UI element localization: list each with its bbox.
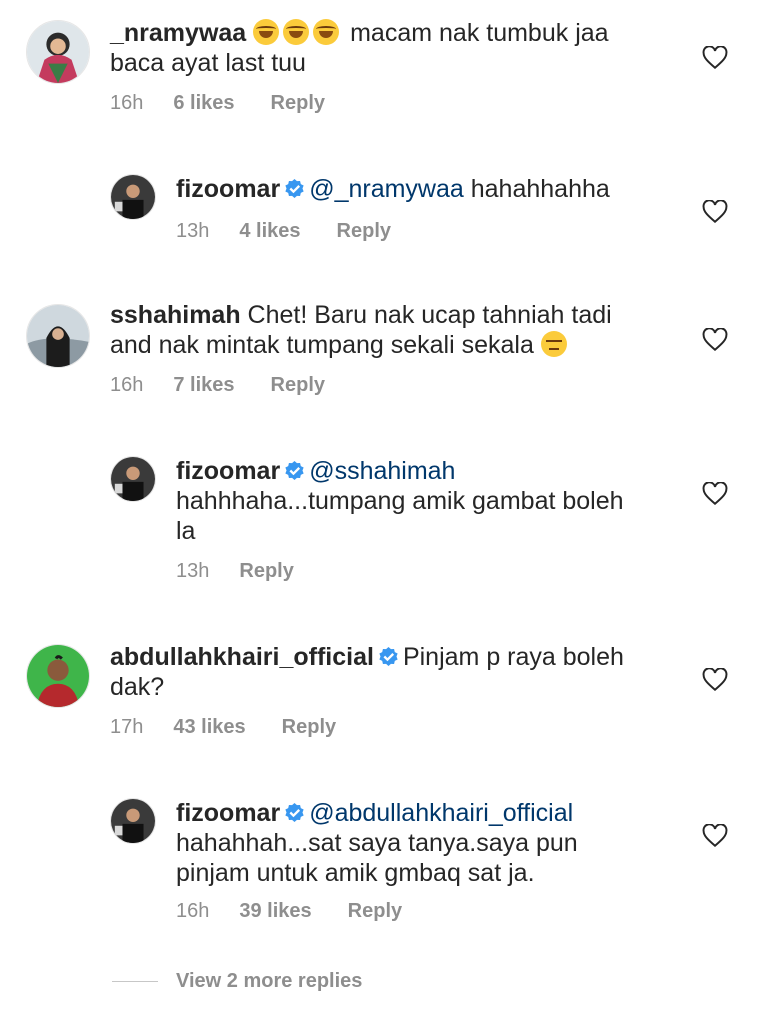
username[interactable]: fizoomar xyxy=(176,457,280,485)
comment-body: Chet! Baru nak ucap tahniah tadi xyxy=(240,301,612,329)
verified-badge-icon xyxy=(379,647,398,666)
comment-text: abdullahkhairi_official Pinjam p raya bol… xyxy=(110,642,670,702)
username[interactable]: abdullahkhairi_official xyxy=(110,643,374,671)
heart-icon[interactable] xyxy=(702,200,728,224)
username[interactable]: fizoomar xyxy=(176,175,280,203)
view-more-replies-button[interactable]: View 2 more replies xyxy=(112,970,362,993)
likes-count[interactable]: 39 likes xyxy=(239,900,311,923)
comment-body-line2: dak? xyxy=(110,673,165,701)
comment-body-line3: pinjam untuk amik gmbaq sat ja. xyxy=(176,859,535,887)
comment-body: hahahhah...sat saya tanya.saya pun xyxy=(176,829,578,857)
verified-badge-icon xyxy=(285,179,304,198)
comment-body: macam nak tumbuk jaa xyxy=(343,19,609,47)
username[interactable]: sshahimah xyxy=(110,301,241,329)
comment-meta: 16h 7 likes Reply xyxy=(110,374,325,397)
reply-button[interactable]: Reply xyxy=(337,220,391,243)
divider-line xyxy=(112,981,158,983)
reply-button[interactable]: Reply xyxy=(271,374,325,397)
likes-count[interactable]: 4 likes xyxy=(239,220,300,243)
comment-meta: 17h 43 likes Reply xyxy=(110,716,336,739)
avatar[interactable] xyxy=(26,20,90,84)
comment-meta: 16h 39 likes Reply xyxy=(176,900,402,923)
heart-icon[interactable] xyxy=(702,46,728,70)
comment-text: fizoomar @sshahimah hahhhaha...tumpang am… xyxy=(176,456,656,546)
timestamp: 16h xyxy=(110,92,144,114)
comment-meta: 13h Reply xyxy=(176,560,294,583)
comment-body: Pinjam p raya boleh xyxy=(402,643,624,671)
heart-icon[interactable] xyxy=(702,328,728,352)
comment-text: fizoomar @_nramywaa hahahhahha xyxy=(176,174,676,204)
heart-icon[interactable] xyxy=(702,668,728,692)
timestamp: 13h xyxy=(176,560,210,582)
likes-count[interactable]: 6 likes xyxy=(173,92,234,115)
comment-body-line2: baca ayat last tuu xyxy=(110,49,306,77)
comment-body: hahahhahha xyxy=(463,175,610,203)
mention-link[interactable]: @sshahimah xyxy=(309,457,455,485)
verified-badge-icon xyxy=(285,461,304,480)
mention-link[interactable]: @abdullahkhairi_official xyxy=(309,799,573,827)
comment-body-line3: la xyxy=(176,517,196,545)
username[interactable]: _nramywaa xyxy=(110,19,246,47)
avatar[interactable] xyxy=(26,644,90,708)
comment-text: _nramywaa macam nak tumbuk jaa baca ayat… xyxy=(110,18,670,78)
comment-text: fizoomar @abdullahkhairi_official hahahha… xyxy=(176,798,656,888)
reply-button[interactable]: Reply xyxy=(239,560,293,583)
laugh-emoji-icon xyxy=(253,19,343,47)
comment-meta: 16h 6 likes Reply xyxy=(110,92,325,115)
timestamp: 16h xyxy=(110,374,144,396)
unamused-emoji-icon xyxy=(540,331,567,357)
timestamp: 13h xyxy=(176,220,210,242)
comment-text: sshahimah Chet! Baru nak ucap tahniah ta… xyxy=(110,300,670,360)
mention-link[interactable]: @_nramywaa xyxy=(309,175,464,203)
avatar[interactable] xyxy=(110,798,156,844)
likes-count[interactable]: 7 likes xyxy=(173,374,234,397)
comment-body: hahhhaha...tumpang amik gambat boleh xyxy=(176,487,624,515)
heart-icon[interactable] xyxy=(702,482,728,506)
reply-button[interactable]: Reply xyxy=(282,716,336,739)
avatar[interactable] xyxy=(110,456,156,502)
reply-button[interactable]: Reply xyxy=(271,92,325,115)
username[interactable]: fizoomar xyxy=(176,799,280,827)
avatar[interactable] xyxy=(110,174,156,220)
comment-meta: 13h 4 likes Reply xyxy=(176,220,391,243)
view-more-replies-label: View 2 more replies xyxy=(176,970,363,992)
verified-badge-icon xyxy=(285,803,304,822)
avatar[interactable] xyxy=(26,304,90,368)
comment-body-line2: and nak mintak tumpang sekali sekala xyxy=(110,331,541,359)
heart-icon[interactable] xyxy=(702,824,728,848)
likes-count[interactable]: 43 likes xyxy=(173,716,245,739)
timestamp: 17h xyxy=(110,716,144,738)
timestamp: 16h xyxy=(176,900,210,922)
reply-button[interactable]: Reply xyxy=(348,900,402,923)
